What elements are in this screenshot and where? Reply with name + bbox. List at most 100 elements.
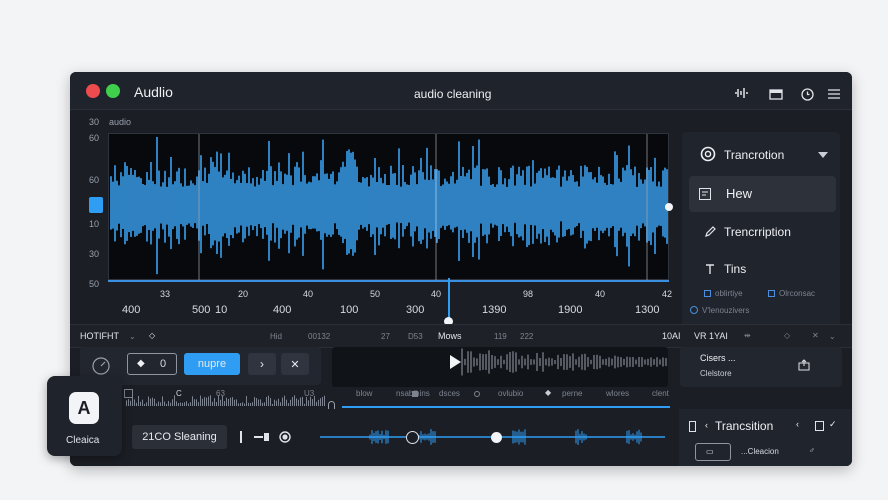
bar-right-label2: VR 1YAI	[694, 331, 728, 341]
mini-waveform[interactable]	[332, 347, 668, 387]
x-tick: 300	[406, 304, 425, 316]
level-bar	[210, 395, 211, 406]
y-label: 60	[89, 133, 100, 143]
level-bar	[162, 396, 163, 406]
export-icon[interactable]	[798, 359, 810, 371]
loop-start-handle[interactable]	[406, 431, 419, 444]
x-tick: 400	[122, 304, 141, 316]
x-tick: 1390	[482, 304, 507, 316]
level-bar	[156, 403, 157, 406]
panel-item-hew[interactable]: Hew	[689, 176, 836, 212]
level-bar	[222, 395, 223, 406]
loop-end-handle[interactable]	[491, 432, 502, 443]
mini-labels-row: C 63 U3 blow nsabihins dsces ovlubio ◆ p…	[70, 385, 852, 412]
diamond-icon: ◆	[137, 358, 145, 369]
app-card[interactable]: A Cleaica	[47, 376, 122, 456]
transcription-icon	[700, 146, 716, 162]
level-bar	[182, 402, 183, 406]
waveform-end-handle[interactable]	[665, 203, 673, 211]
diamond-icon[interactable]: ◇	[784, 331, 790, 340]
key-icon[interactable]	[253, 431, 271, 443]
level-bar	[298, 399, 299, 406]
level-bar	[290, 399, 291, 406]
transition-chip[interactable]: ▭	[695, 443, 731, 461]
zoom-window-button[interactable]	[106, 84, 120, 98]
chevron-down-icon[interactable]	[818, 152, 828, 158]
level-bar	[148, 396, 149, 406]
split-icon[interactable]	[815, 421, 824, 431]
panel-toggle-icon[interactable]	[689, 421, 696, 432]
play-button[interactable]: ›	[248, 353, 276, 375]
clip-info: Cisers ... Clelstore	[680, 347, 842, 387]
level-bar	[310, 396, 311, 406]
checkbox[interactable]	[768, 290, 775, 297]
title-bar: Audlio audio cleaning	[70, 72, 852, 110]
arrow-icon[interactable]: ⇹	[744, 331, 751, 340]
transition-item: ...Cleacion	[741, 447, 779, 456]
mini-timeline[interactable]	[342, 406, 670, 408]
level-bar	[224, 401, 225, 406]
waveform[interactable]	[109, 134, 670, 281]
clip-title: Cisers ...	[700, 353, 736, 363]
close-window-button[interactable]	[86, 84, 100, 98]
level-bar	[264, 402, 265, 406]
transition-panel: ‹ Trancsition ‹ ✓ ▭ ...Cleacion ♂	[679, 409, 852, 466]
fade-icon[interactable]: ♂	[809, 446, 815, 455]
level-bar	[178, 403, 179, 406]
level-bar	[316, 401, 317, 406]
level-bar	[312, 399, 313, 406]
stop-button[interactable]: ✕	[281, 353, 309, 375]
level-bar	[196, 399, 197, 406]
diamond-icon[interactable]: ◇	[149, 331, 155, 340]
level-bar	[260, 399, 261, 406]
level-bar	[214, 398, 215, 406]
level-bar	[200, 395, 201, 406]
x-tick: 40	[303, 289, 314, 299]
play-icon[interactable]	[450, 355, 461, 369]
y-label: 60	[89, 175, 100, 185]
menu-icon[interactable]	[828, 89, 840, 99]
y-scale-handle[interactable]	[89, 197, 103, 213]
panel-header: Trancrotion	[724, 148, 785, 162]
chevron-left-icon[interactable]: ‹	[705, 420, 708, 430]
bar-center-label: Mows	[438, 331, 462, 341]
panel-item-label[interactable]: Trencrription	[724, 225, 791, 239]
chevron-icon[interactable]: ⌄	[829, 332, 836, 341]
cleaning-preset-button[interactable]: 21CO Sleaning	[132, 425, 227, 449]
level-bar	[188, 403, 189, 406]
x-tick: 33	[160, 289, 171, 299]
circle-icon	[474, 391, 480, 397]
x-tick: 20	[238, 289, 249, 299]
dial-icon[interactable]	[92, 357, 110, 375]
bar-num: 27	[381, 332, 390, 341]
clock-icon[interactable]	[801, 88, 814, 101]
checkbox-label: Olrconsac	[779, 289, 816, 298]
mini-label: clent	[652, 389, 669, 398]
level-bar	[212, 401, 213, 406]
level-bar	[302, 396, 303, 406]
chevron-left-icon[interactable]: ‹	[796, 419, 799, 429]
app-window: Audlio audio cleaning 30 audio 60 60 10 …	[70, 72, 852, 466]
level-bar	[176, 401, 177, 406]
playhead[interactable]	[448, 278, 450, 322]
level-bar	[268, 395, 269, 406]
mini-label: wlores	[606, 389, 630, 398]
radio[interactable]	[690, 306, 698, 314]
waveform-canvas[interactable]	[108, 133, 670, 281]
mini-label: perne	[562, 389, 583, 398]
square-icon	[412, 391, 418, 397]
level-bar	[234, 399, 235, 406]
chevron-icon[interactable]: ⌄	[129, 332, 136, 341]
primary-button[interactable]: nupre	[184, 353, 240, 375]
counter-field[interactable]: ◆ 0	[127, 353, 177, 375]
close-icon[interactable]: ✕	[812, 331, 819, 340]
level-bar	[242, 402, 243, 406]
panel-item-label[interactable]: Tins	[724, 262, 746, 276]
bottom-bar: 21CO Sleaning ‹ Trancsition ‹ ✓ ▭ ...Cle…	[70, 409, 852, 466]
window-icon[interactable]	[769, 89, 783, 100]
check-icon[interactable]: ✓	[829, 419, 837, 430]
checkbox[interactable]	[704, 290, 711, 297]
record-icon[interactable]	[279, 431, 291, 443]
level-bar	[324, 395, 325, 406]
waveform-icon[interactable]	[734, 87, 748, 99]
